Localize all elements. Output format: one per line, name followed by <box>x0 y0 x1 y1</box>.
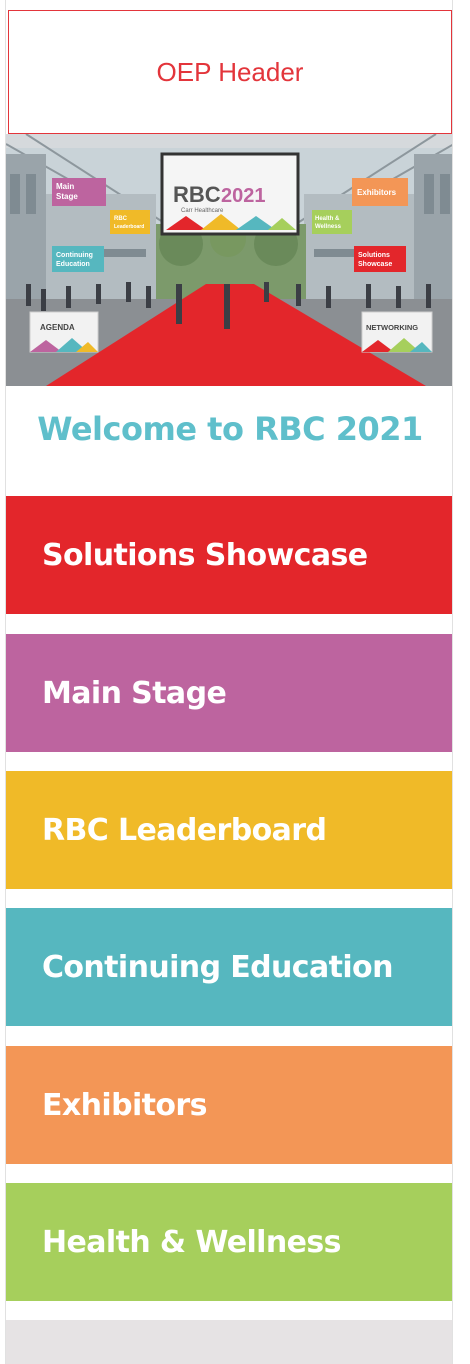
tile-main-stage-label: Main Stage <box>42 675 227 711</box>
tile-health-wellness-label: Health & Wellness <box>42 1224 341 1260</box>
screen-tagline: Carr Healthcare <box>181 208 224 214</box>
tile-exhibitors-label: Exhibitors <box>42 1087 207 1123</box>
sign-main-stage-line1: Main <box>56 182 74 191</box>
tile-solutions-showcase[interactable]: Solutions Showcase <box>6 496 452 614</box>
agenda-label: AGENDA <box>40 323 75 332</box>
tile-health-wellness[interactable]: Health & Wellness <box>6 1183 452 1301</box>
screen-year: 2021 <box>221 185 266 207</box>
screen-logo: RBC <box>173 182 221 207</box>
sign-leaderboard[interactable] <box>110 210 150 234</box>
welcome-title: Welcome to RBC 2021 <box>37 410 423 448</box>
tile-exhibitors[interactable]: Exhibitors <box>6 1046 452 1164</box>
footer-bar <box>6 1320 452 1364</box>
sign-continuing-education[interactable] <box>52 246 104 272</box>
sign-solutions-showcase[interactable] <box>354 246 406 272</box>
sign-ce-line1: Continuing <box>56 252 93 259</box>
lobby-hero-image[interactable]: RBC 2021 Carr Healthcare Main Stage RBC … <box>6 134 452 386</box>
sign-ce-line2: Education <box>56 261 90 268</box>
sign-health-line2: Wellness <box>315 224 342 230</box>
sign-main-stage-line2: Stage <box>56 192 78 201</box>
tile-rbc-leaderboard[interactable]: RBC Leaderboard <box>6 771 452 889</box>
sign-health-wellness[interactable] <box>312 210 352 234</box>
tile-continuing-education-label: Continuing Education <box>42 949 393 985</box>
header-label: OEP Header <box>156 56 304 87</box>
page-frame: OEP Header RBC 2021 Carr Healthcare Main… <box>5 0 453 1364</box>
networking-label: NETWORKING <box>366 323 418 332</box>
tile-rbc-leaderboard-label: RBC Leaderboard <box>42 812 327 848</box>
sign-leaderboard-line1: RBC <box>114 216 128 222</box>
sign-health-line1: Health & <box>315 216 340 222</box>
tile-continuing-education[interactable]: Continuing Education <box>6 908 452 1026</box>
sign-exhibitors-label: Exhibitors <box>357 188 397 197</box>
sign-solutions-line1: Solutions <box>358 252 390 259</box>
tile-main-stage[interactable]: Main Stage <box>6 634 452 752</box>
sign-solutions-line2: Showcase <box>358 261 392 268</box>
sign-leaderboard-line2: Leaderboard <box>114 224 144 230</box>
tile-solutions-showcase-label: Solutions Showcase <box>42 537 368 573</box>
oep-header: OEP Header <box>8 10 452 134</box>
